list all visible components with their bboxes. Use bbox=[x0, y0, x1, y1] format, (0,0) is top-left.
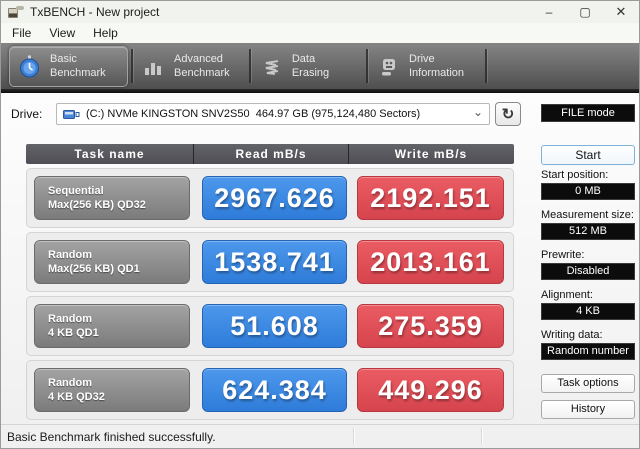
table-row: Random 4 KB QD1 51.608 275.359 bbox=[26, 296, 514, 356]
refresh-icon: ↻ bbox=[501, 106, 515, 123]
drive-select[interactable]: (C:) NVMe KINGSTON SNV2S50 464.97 GB (97… bbox=[56, 103, 490, 125]
status-separator bbox=[353, 428, 354, 445]
measurement-size-value[interactable]: 512 MB bbox=[541, 223, 635, 240]
write-value: 275.359 bbox=[357, 304, 504, 348]
close-button[interactable]: ✕ bbox=[603, 1, 639, 23]
status-bar: Basic Benchmark finished successfully. bbox=[1, 424, 639, 448]
tab-separator bbox=[366, 49, 368, 83]
task-options-button[interactable]: Task options bbox=[541, 374, 635, 393]
app-icon bbox=[8, 5, 24, 18]
refresh-drives-button[interactable]: ↻ bbox=[495, 102, 521, 126]
erase-icon bbox=[265, 59, 279, 75]
tab-label-line: Drive bbox=[409, 53, 435, 66]
status-message: Basic Benchmark finished successfully. bbox=[7, 430, 216, 444]
bar-chart-icon bbox=[145, 62, 161, 75]
history-button[interactable]: History bbox=[541, 400, 635, 419]
minimize-button[interactable]: – bbox=[531, 1, 567, 23]
tab-label-line: Advanced bbox=[174, 53, 223, 66]
benchmark-table-header: Task name Read mB/s Write mB/s bbox=[26, 144, 514, 164]
file-mode-indicator: FILE mode bbox=[541, 104, 635, 122]
read-value: 624.384 bbox=[202, 368, 347, 412]
task-button-random-4k-qd1[interactable]: Random 4 KB QD1 bbox=[34, 304, 190, 348]
tab-separator bbox=[249, 49, 251, 83]
task-name-line: Sequential bbox=[48, 184, 104, 197]
read-value: 2967.626 bbox=[202, 176, 347, 220]
drive-selected-value: (C:) NVMe KINGSTON SNV2S50 464.97 GB (97… bbox=[86, 108, 421, 120]
measurement-size-label: Measurement size: bbox=[541, 209, 634, 221]
title-bar: TxBENCH - New project – ▢ ✕ bbox=[1, 1, 639, 23]
task-name-line: Max(256 KB) QD1 bbox=[48, 263, 140, 275]
tab-label-line: Benchmark bbox=[50, 66, 106, 79]
header-read: Read mB/s bbox=[194, 144, 349, 164]
tab-separator bbox=[485, 49, 487, 83]
disk-drive-icon bbox=[63, 109, 80, 119]
drive-icon bbox=[382, 58, 395, 75]
settings-sidebar: FILE mode Start Start position: 0 MB Mea… bbox=[529, 93, 639, 424]
tab-label-line: Information bbox=[409, 66, 465, 79]
task-button-random-4k-qd32[interactable]: Random 4 KB QD32 bbox=[34, 368, 190, 412]
task-name-line: 4 KB QD32 bbox=[48, 391, 105, 403]
tab-label-line: Data Erasing bbox=[291, 53, 330, 79]
prewrite-label: Prewrite: bbox=[541, 249, 585, 261]
writing-data-value[interactable]: Random number bbox=[541, 343, 635, 360]
task-name-line: Max(256 KB) QD32 bbox=[48, 199, 146, 211]
menu-bar: File View Help bbox=[1, 23, 639, 43]
chevron-down-icon: ⌄ bbox=[472, 105, 483, 119]
read-value: 1538.741 bbox=[202, 240, 347, 284]
table-row: Random 4 KB QD32 624.384 449.296 bbox=[26, 360, 514, 420]
task-name-line: 4 KB QD1 bbox=[48, 327, 99, 339]
menu-view[interactable]: View bbox=[40, 24, 84, 42]
menu-file[interactable]: File bbox=[3, 24, 40, 42]
header-task-name: Task name bbox=[26, 144, 194, 164]
alignment-value[interactable]: 4 KB bbox=[541, 303, 635, 320]
header-write: Write mB/s bbox=[394, 147, 468, 161]
tab-advanced-benchmark[interactable]: Advanced Benchmark bbox=[135, 46, 245, 87]
alignment-label: Alignment: bbox=[541, 289, 593, 301]
tab-data-erasing[interactable]: Data Erasing bbox=[253, 46, 363, 87]
task-name-line: Random bbox=[48, 312, 92, 325]
task-button-sequential-qd32[interactable]: Sequential Max(256 KB) QD32 bbox=[34, 176, 190, 220]
write-value: 2192.151 bbox=[357, 176, 504, 220]
window-title: TxBENCH - New project bbox=[30, 5, 160, 19]
app-window: TxBENCH - New project – ▢ ✕ File View He… bbox=[0, 0, 640, 449]
table-row: Random Max(256 KB) QD1 1538.741 2013.161 bbox=[26, 232, 514, 292]
read-value: 51.608 bbox=[202, 304, 347, 348]
tab-label-line: Benchmark bbox=[174, 66, 230, 79]
tab-separator bbox=[131, 49, 133, 83]
write-value: 2013.161 bbox=[357, 240, 504, 284]
tab-bar: Basic Benchmark Advanced Benchmark Data … bbox=[1, 43, 639, 93]
prewrite-value[interactable]: Disabled bbox=[541, 263, 635, 280]
status-separator bbox=[481, 428, 482, 445]
drive-label: Drive: bbox=[11, 107, 43, 121]
start-position-value[interactable]: 0 MB bbox=[541, 183, 635, 200]
table-row: Sequential Max(256 KB) QD32 2967.626 219… bbox=[26, 168, 514, 228]
drive-row: Drive: (C:) NVMe KINGSTON SNV2S50 464.97… bbox=[1, 102, 531, 127]
task-name-line: Random bbox=[48, 376, 92, 389]
maximize-button[interactable]: ▢ bbox=[567, 1, 603, 23]
tab-label-line: Basic bbox=[50, 53, 77, 66]
task-button-random-qd1-256k[interactable]: Random Max(256 KB) QD1 bbox=[34, 240, 190, 284]
writing-data-label: Writing data: bbox=[541, 329, 603, 341]
start-position-label: Start position: bbox=[541, 169, 609, 181]
menu-help[interactable]: Help bbox=[84, 24, 127, 42]
tab-basic-benchmark[interactable]: Basic Benchmark bbox=[9, 46, 128, 87]
write-value: 449.296 bbox=[357, 368, 504, 412]
content-area: Drive: (C:) NVMe KINGSTON SNV2S50 464.97… bbox=[1, 93, 639, 424]
task-name-line: Random bbox=[48, 248, 92, 261]
tab-drive-information[interactable]: Drive Information bbox=[370, 46, 482, 87]
start-button[interactable]: Start bbox=[541, 145, 635, 165]
stopwatch-icon bbox=[20, 55, 39, 78]
